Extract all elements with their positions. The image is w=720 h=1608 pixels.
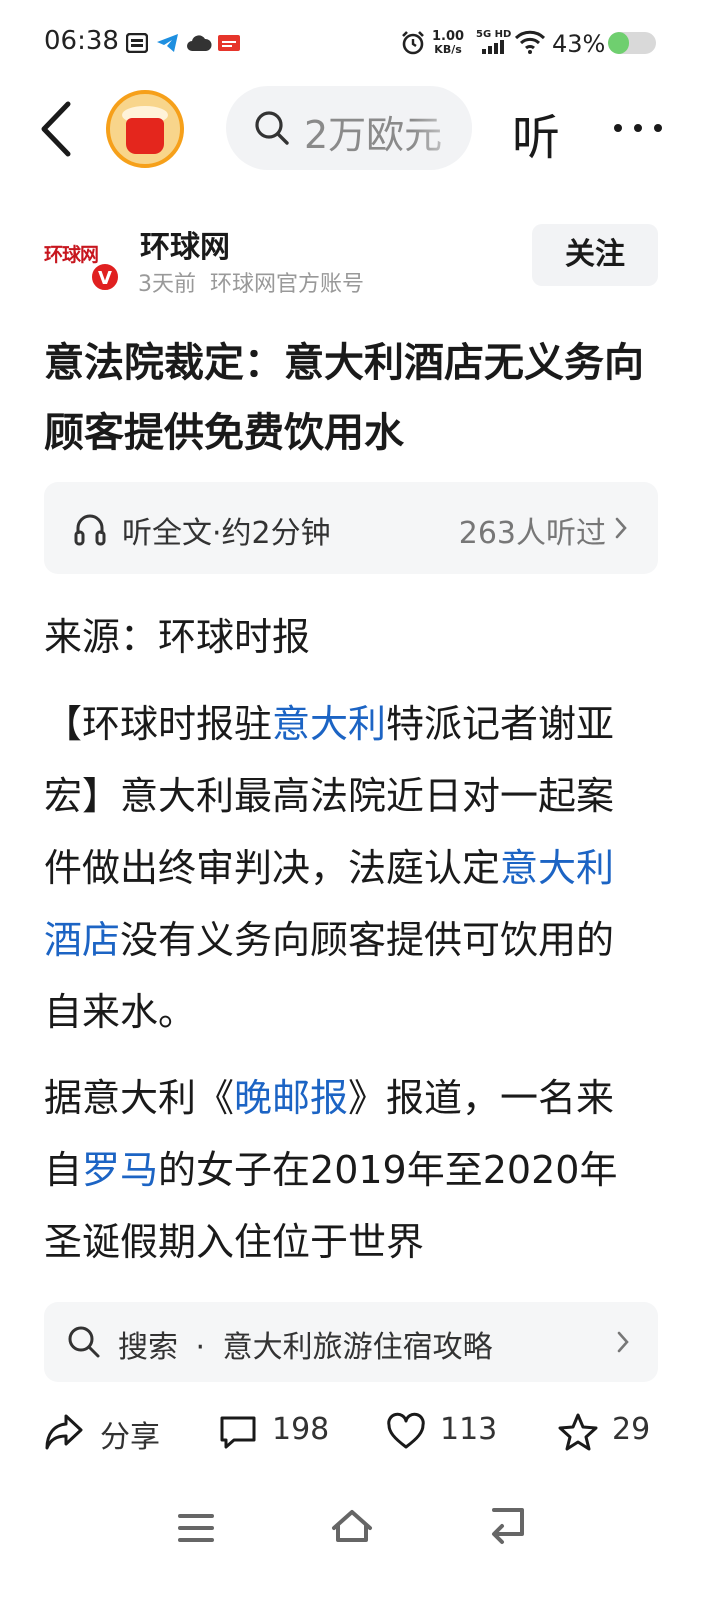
author-name[interactable]: 环球网 [140, 222, 230, 266]
top-nav: 2万欧元 听 [0, 86, 720, 172]
article-source: 来源：环球时报 [44, 615, 311, 659]
battery-percent: 43% [552, 30, 606, 58]
comment-count: 198 [272, 1412, 330, 1447]
like-count: 113 [440, 1412, 498, 1447]
battery-icon [608, 32, 656, 54]
alarm-icon [402, 31, 424, 55]
channel-avatar[interactable] [106, 90, 184, 168]
listen-label: 听全文·约2分钟 [122, 516, 331, 551]
share-label: 分享 [100, 1420, 160, 1455]
heart-icon [387, 1412, 425, 1449]
related-search-text: 搜索 · 意大利旅游住宿攻略 [118, 1322, 493, 1366]
back-arrow-icon[interactable] [30, 96, 90, 162]
net-speed-unit: KB/s [434, 43, 462, 56]
sim-card-icon [126, 33, 148, 53]
follow-button[interactable]: 关注 [532, 224, 658, 286]
related-search-prefix: 搜索 [118, 1330, 178, 1365]
search-box[interactable]: 2万欧元 [226, 86, 472, 170]
status-bar: 06:38 1.00 KB/s 5G HD 43% [0, 0, 720, 86]
listen-button[interactable]: 听 [512, 98, 560, 168]
wifi-icon [514, 30, 546, 54]
net-speed: 1.00 KB/s [432, 30, 464, 56]
listen-full-article[interactable]: 听全文·约2分钟 263人听过 [44, 482, 658, 574]
like-button[interactable]: 113 [386, 1408, 506, 1456]
more-dots-icon[interactable] [610, 100, 666, 156]
article-text: 据意大利《 [44, 1076, 235, 1120]
search-icon [68, 1326, 100, 1358]
article-title: 意法院裁定：意大利酒店无义务向顾客提供免费饮用水 [44, 340, 644, 456]
article-paragraph: 据意大利《晚邮报》报道，一名来自罗马的女子在2019年至2020年圣诞假期入住位… [44, 1062, 644, 1278]
article-text: 【环球时报驻 [44, 702, 273, 746]
net-speed-value: 1.00 [432, 29, 465, 44]
chevron-right-icon [617, 1331, 629, 1353]
listen-count: 263人听过 [458, 516, 606, 551]
author-meta: 3天前 环球网官方账号 [138, 266, 378, 298]
telegram-icon [157, 34, 178, 52]
menu-icon[interactable] [176, 1510, 216, 1546]
publish-time: 3天前 [138, 272, 196, 297]
account-type: 环球网官方账号 [210, 272, 365, 297]
article-link[interactable]: 意大利 [272, 702, 386, 746]
battery-fill [608, 32, 629, 54]
headphone-icon [74, 514, 106, 546]
favorite-count: 29 [612, 1412, 651, 1447]
star-icon [558, 1413, 598, 1451]
system-nav-bar [0, 1488, 720, 1608]
comment-icon [220, 1416, 256, 1449]
related-search-separator: · [195, 1330, 206, 1365]
related-search[interactable]: 搜索 · 意大利旅游住宿攻略 [44, 1302, 658, 1382]
status-time: 06:38 [44, 26, 119, 56]
article-link[interactable]: 罗马 [82, 1148, 158, 1192]
cloud-icon [187, 35, 212, 51]
comment-button[interactable]: 198 [218, 1408, 338, 1456]
network-type: 5G HD [476, 29, 512, 40]
search-icon [255, 111, 289, 145]
related-search-query: 意大利旅游住宿攻略 [222, 1330, 493, 1365]
home-icon[interactable] [330, 1506, 374, 1546]
toutiao-icon [218, 35, 240, 51]
action-bar: 分享 198 113 29 [0, 1396, 720, 1468]
article-text: 没有义务向顾客提供可饮用的自来水。 [44, 918, 615, 1034]
favorite-button[interactable]: 29 [558, 1408, 668, 1456]
signal-icon [482, 40, 504, 54]
share-button[interactable]: 分享 [44, 1408, 174, 1456]
share-icon [45, 1414, 83, 1450]
back-icon[interactable] [486, 1508, 528, 1546]
chevron-right-icon [615, 517, 627, 539]
avatar-drum [126, 118, 164, 154]
verified-badge: V [90, 262, 120, 292]
search-fade [412, 86, 472, 170]
article-paragraph: 【环球时报驻意大利特派记者谢亚宏】意大利最高法院近日对一起案件做出终审判决，法庭… [44, 688, 644, 1048]
author-logo-text: 环球网 [44, 244, 99, 266]
article-link[interactable]: 晚邮报 [234, 1076, 348, 1120]
